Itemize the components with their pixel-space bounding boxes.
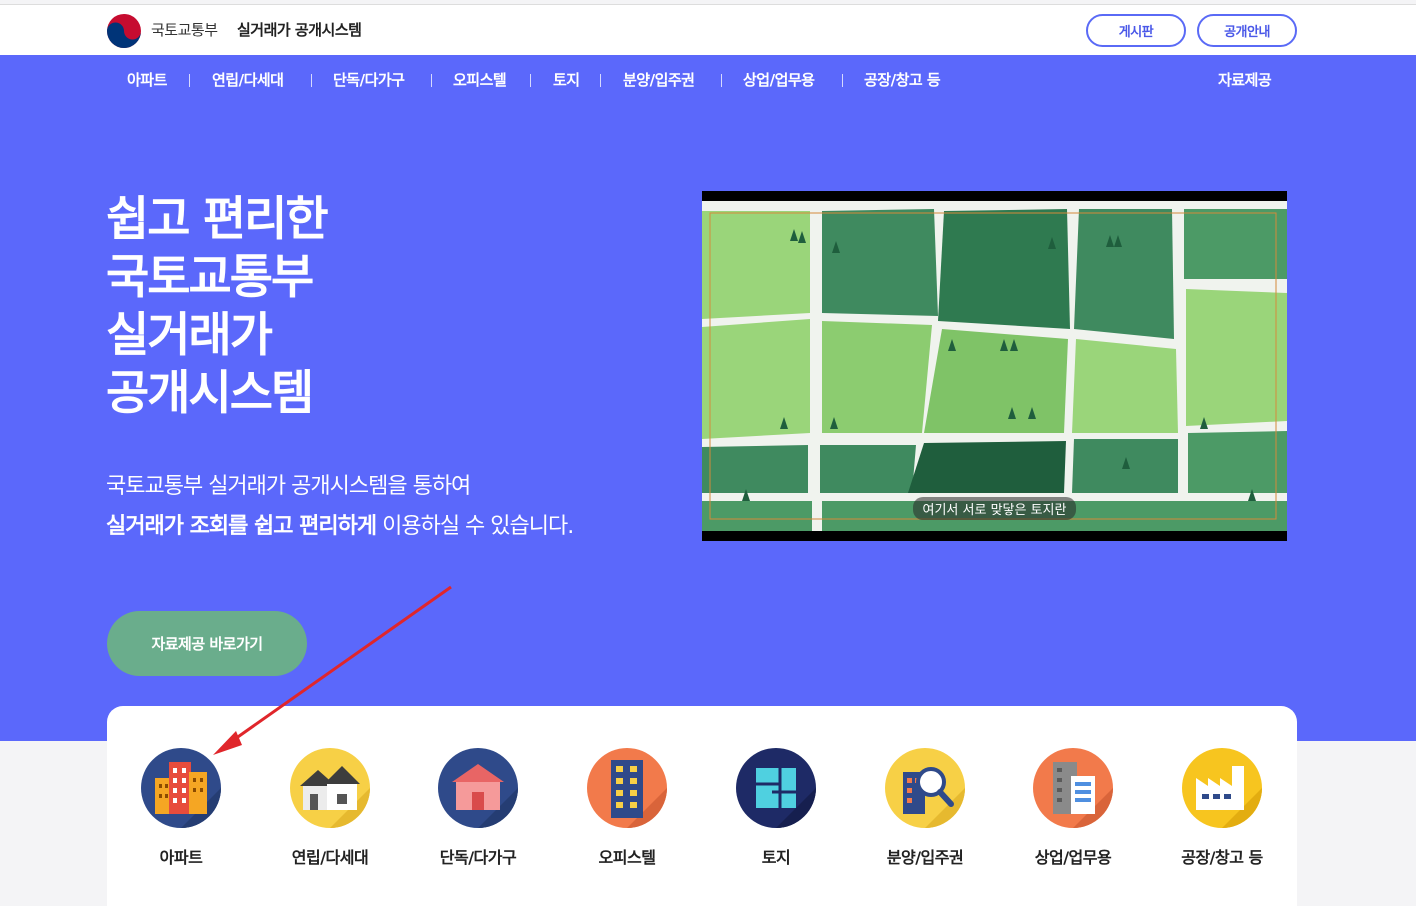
category-land[interactable]: 토지 xyxy=(716,748,836,868)
category-label: 토지 xyxy=(761,848,791,867)
category-label: 상업/업무용 xyxy=(1034,848,1112,867)
category-factory[interactable]: 공장/창고 등 xyxy=(1162,748,1282,868)
hero-title-line: 공개시스템 xyxy=(106,366,314,421)
category-label: 공장/창고 등 xyxy=(1181,848,1263,867)
video-frame-map-illustration xyxy=(702,201,1287,531)
main-nav: 아파트 연립/다세대 단독/다가구 오피스텔 토지 분양/입주권 상업/업무용 … xyxy=(0,55,1416,105)
nav-item-officetel[interactable]: 오피스텔 xyxy=(453,69,507,90)
nav-separator xyxy=(189,74,190,87)
presale-icon xyxy=(885,748,965,828)
org-name[interactable]: 국토교통부 xyxy=(151,19,218,40)
nav-separator xyxy=(600,74,601,87)
category-label: 분양/입주권 xyxy=(886,848,964,867)
factory-icon xyxy=(1182,748,1262,828)
system-name[interactable]: 실거래가 공개시스템 xyxy=(237,19,362,40)
nav-separator xyxy=(721,74,722,87)
apartment-icon xyxy=(141,748,221,828)
nav-separator xyxy=(311,74,312,87)
nav-item-detached-house[interactable]: 단독/다가구 xyxy=(333,69,405,90)
nav-separator xyxy=(431,74,432,87)
category-officetel[interactable]: 오피스텔 xyxy=(567,748,687,868)
category-detached-house[interactable]: 단독/다가구 xyxy=(418,748,538,868)
nav-item-commercial[interactable]: 상업/업무용 xyxy=(743,69,815,90)
hero-description-line1: 국토교통부 실거래가 공개시스템을 통하여 xyxy=(106,474,471,499)
category-label: 오피스텔 xyxy=(598,848,656,867)
category-label: 아파트 xyxy=(159,848,203,867)
nav-separator xyxy=(842,74,843,87)
category-label: 단독/다가구 xyxy=(439,848,517,867)
intro-video-player[interactable]: 여기서 서로 맞닿은 토지란 xyxy=(702,191,1287,541)
nav-item-row-house[interactable]: 연립/다세대 xyxy=(212,69,284,90)
nav-item-presale[interactable]: 분양/입주권 xyxy=(623,69,695,90)
officetel-icon xyxy=(587,748,667,828)
category-panel: 아파트 연립/다세대 단독/다가구 오피스텔 토지 분양/입주권 상업/업무용 … xyxy=(107,706,1297,906)
category-presale[interactable]: 분양/입주권 xyxy=(865,748,985,868)
hero-title: 쉽고 편리한 국토교통부 실거래가 공개시스템 xyxy=(106,191,329,423)
category-apartment[interactable]: 아파트 xyxy=(121,748,241,868)
commercial-icon xyxy=(1033,748,1113,828)
hero-description-rest: 이용하실 수 있습니다. xyxy=(376,514,574,539)
nav-separator xyxy=(530,74,531,87)
board-button[interactable]: 게시판 xyxy=(1086,14,1186,47)
hero-title-line: 실거래가 xyxy=(106,308,273,363)
land-icon xyxy=(736,748,816,828)
category-row-house[interactable]: 연립/다세대 xyxy=(270,748,390,868)
video-subtitle: 여기서 서로 맞닿은 토지란 xyxy=(912,497,1077,520)
nav-data-provision[interactable]: 자료제공 xyxy=(1218,69,1272,90)
nav-item-land[interactable]: 토지 xyxy=(553,69,580,90)
nav-item-factory[interactable]: 공장/창고 등 xyxy=(864,69,941,90)
hero-section: 아파트 연립/다세대 단독/다가구 오피스텔 토지 분양/입주권 상업/업무용 … xyxy=(0,55,1416,741)
category-commercial[interactable]: 상업/업무용 xyxy=(1013,748,1133,868)
row-house-icon xyxy=(290,748,370,828)
hero-title-line: 쉽고 편리한 xyxy=(106,192,329,247)
nav-item-apartment[interactable]: 아파트 xyxy=(127,69,167,90)
hero-description-line2: 실거래가 조회를 쉽고 편리하게 이용하실 수 있습니다. xyxy=(106,508,574,540)
disclosure-info-button[interactable]: 공개안내 xyxy=(1197,14,1297,47)
government-logo-icon[interactable] xyxy=(106,13,142,49)
category-label: 연립/다세대 xyxy=(291,848,369,867)
data-provision-button[interactable]: 자료제공 바로가기 xyxy=(107,611,307,676)
hero-description-bold: 실거래가 조회를 쉽고 편리하게 xyxy=(106,514,377,539)
header: 국토교통부 실거래가 공개시스템 게시판 공개안내 xyxy=(0,4,1416,55)
hero-title-line: 국토교통부 xyxy=(106,250,314,305)
house-icon xyxy=(438,748,518,828)
